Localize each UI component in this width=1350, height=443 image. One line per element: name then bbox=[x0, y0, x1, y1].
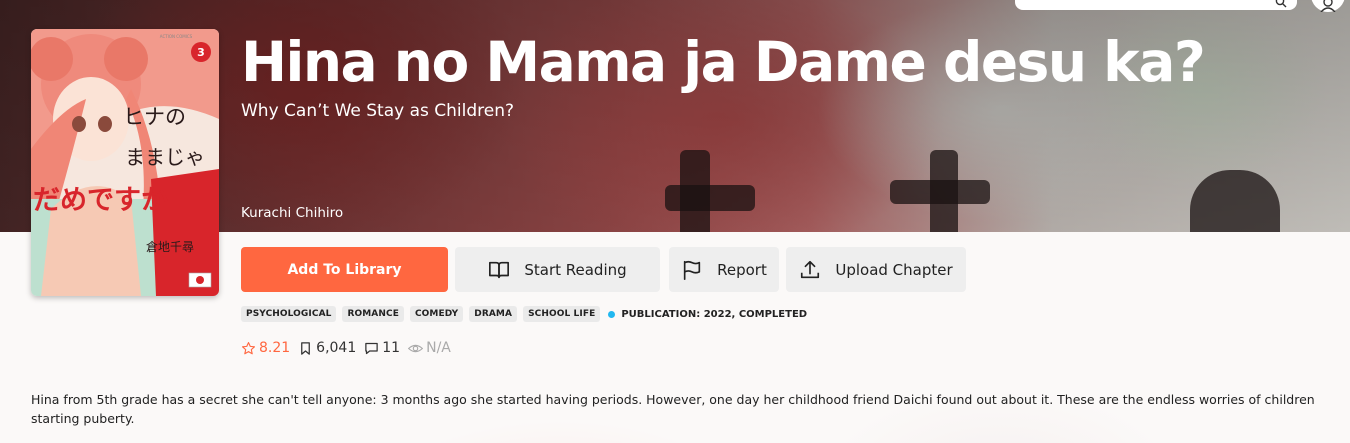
search-bar[interactable] bbox=[1015, 0, 1297, 10]
cover-jp-line1: ヒナの bbox=[123, 105, 186, 129]
follows-value: 6,041 bbox=[316, 340, 357, 356]
manga-title: Hina no Mama ja Dame desu ka? bbox=[241, 30, 1206, 94]
eye-icon bbox=[408, 344, 424, 352]
follows-stat: 6,041 bbox=[298, 340, 356, 356]
bookmark-icon bbox=[301, 341, 311, 355]
tag-drama[interactable]: DRAMA bbox=[469, 306, 518, 322]
views-value: N/A bbox=[426, 340, 451, 356]
cover-volume: 3 bbox=[197, 46, 205, 59]
cover-jp-line2: ままじゃ bbox=[125, 145, 205, 169]
report-label: Report bbox=[717, 260, 767, 279]
tag-romance[interactable]: ROMANCE bbox=[342, 306, 404, 322]
start-reading-label: Start Reading bbox=[524, 260, 627, 279]
upload-chapter-button[interactable]: Upload Chapter bbox=[786, 247, 966, 292]
book-open-icon bbox=[489, 261, 510, 278]
comments-stat[interactable]: 11 bbox=[364, 340, 400, 356]
tag-comedy[interactable]: COMEDY bbox=[409, 306, 464, 322]
comments-value: 11 bbox=[382, 340, 401, 356]
flag-icon bbox=[683, 260, 701, 280]
rating-stat: 8.21 bbox=[241, 340, 290, 356]
views-stat: N/A bbox=[408, 340, 451, 356]
add-to-library-button[interactable]: Add To Library bbox=[241, 247, 448, 292]
report-button[interactable]: Report bbox=[669, 247, 779, 292]
manga-author[interactable]: Kurachi Chihiro bbox=[241, 205, 343, 221]
star-icon bbox=[242, 341, 255, 354]
upload-chapter-label: Upload Chapter bbox=[835, 260, 953, 279]
banner-decoration bbox=[1190, 170, 1280, 232]
user-icon bbox=[1320, 0, 1336, 12]
stats-row: 8.21 6,041 11 N/A bbox=[241, 340, 451, 356]
manga-alt-title: Why Can’t We Stay as Children? bbox=[241, 101, 515, 121]
cover-jp-author: 倉地千尋 bbox=[146, 239, 194, 254]
cover-image[interactable]: 3 ACTION COMICS ヒナの ままじゃ だめですか 倉地千尋 bbox=[31, 29, 219, 296]
start-reading-button[interactable]: Start Reading bbox=[455, 247, 660, 292]
publication-text: PUBLICATION: 2022, COMPLETED bbox=[621, 308, 808, 320]
rating-value: 8.21 bbox=[259, 340, 291, 356]
publication-status: PUBLICATION: 2022, COMPLETED bbox=[608, 309, 807, 320]
description: Hina from 5th grade has a secret she can… bbox=[31, 392, 1315, 426]
banner-decoration bbox=[890, 180, 990, 204]
status-dot-icon bbox=[608, 310, 616, 318]
tag-school-life[interactable]: SCHOOL LIFE bbox=[523, 306, 601, 322]
cover-series-label: ACTION COMICS bbox=[160, 34, 193, 39]
tag-psychological[interactable]: PSYCHOLOGICAL bbox=[241, 306, 337, 322]
tag-list: PSYCHOLOGICAL ROMANCE COMEDY DRAMA SCHOO… bbox=[241, 306, 807, 322]
banner-decoration bbox=[665, 185, 755, 211]
cover-jp-line3: だめですか bbox=[33, 185, 168, 216]
comment-icon bbox=[365, 342, 379, 354]
upload-icon bbox=[801, 260, 820, 278]
add-to-library-label: Add To Library bbox=[287, 261, 402, 278]
search-icon[interactable] bbox=[1275, 0, 1287, 8]
cover-art: 3 ACTION COMICS ヒナの ままじゃ だめですか 倉地千尋 bbox=[31, 29, 219, 296]
